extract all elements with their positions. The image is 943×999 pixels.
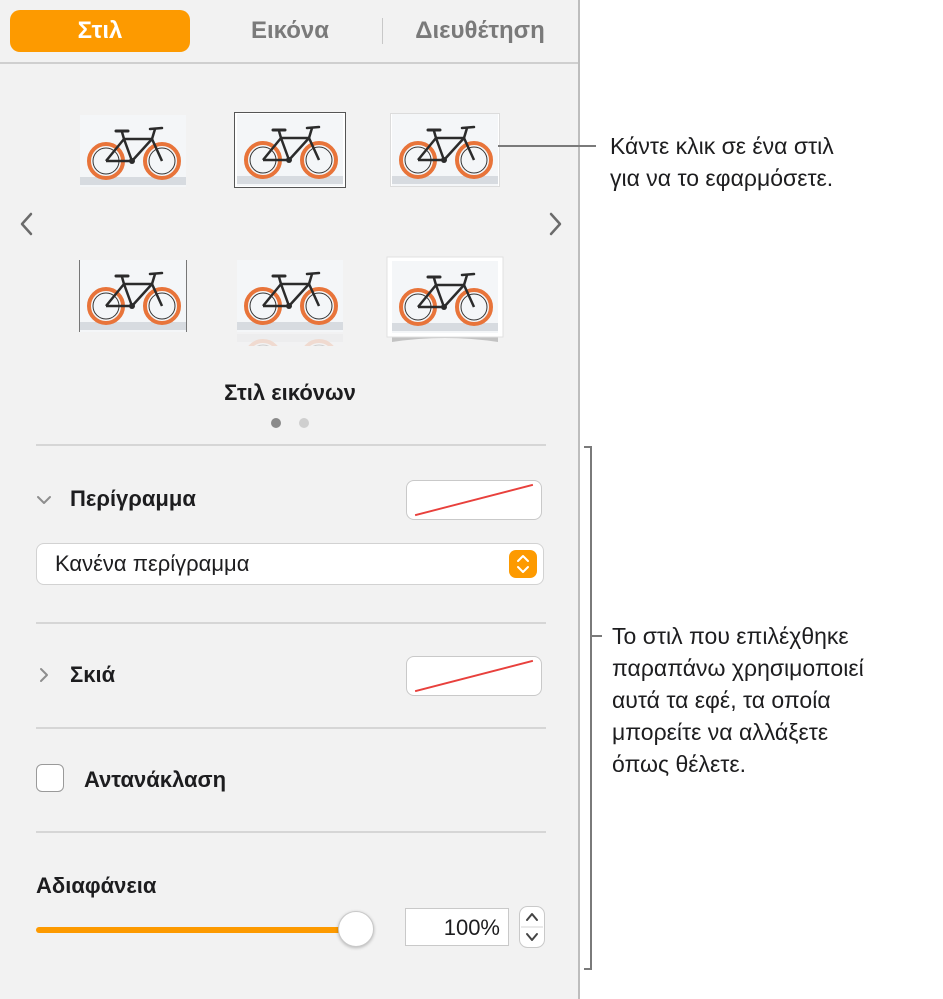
callout-top-line: Κάντε κλικ σε ένα στιλ (610, 133, 834, 159)
tab-image[interactable]: Εικόνα (210, 10, 370, 52)
section-divider (36, 831, 546, 833)
border-color-well[interactable] (406, 480, 542, 520)
image-style-thumbnail-6[interactable] (386, 256, 504, 346)
callout-top: Κάντε κλικ σε ένα στιλ για να το εφαρμόσ… (610, 130, 834, 194)
callout-bottom-line: αυτά τα εφέ, τα οποία (612, 687, 831, 713)
shadow-section-title[interactable]: Σκιά (70, 662, 115, 688)
image-style-thumbnail-4[interactable] (79, 260, 187, 332)
tab-divider (0, 62, 578, 64)
tab-arrange[interactable]: Διευθέτηση (392, 10, 568, 52)
chevron-down-icon[interactable] (36, 492, 52, 508)
callout-top-line: για να το εφαρμόσετε. (610, 165, 834, 191)
callout-bracket-bottom (584, 968, 592, 970)
border-section-title[interactable]: Περίγραμμα (70, 486, 196, 512)
callout-bracket (590, 446, 592, 970)
tab-style[interactable]: Στιλ (10, 10, 190, 52)
previous-styles-arrow-icon[interactable] (16, 208, 38, 240)
callout-bottom: Το στιλ που επιλέχθηκε παραπάνω χρησιμοπ… (612, 620, 864, 780)
reflection-checkbox[interactable] (36, 764, 64, 792)
callout-bracket-tick (592, 635, 602, 637)
callout-bracket-top (584, 446, 592, 448)
page-indicator-dot[interactable] (299, 418, 309, 428)
opacity-slider-knob[interactable] (338, 911, 374, 947)
section-divider (36, 444, 546, 446)
next-styles-arrow-icon[interactable] (544, 208, 566, 240)
section-divider (36, 622, 546, 624)
chevron-right-icon[interactable] (36, 667, 52, 683)
image-style-thumbnail-5[interactable] (237, 260, 343, 346)
image-style-thumbnail-1[interactable] (80, 115, 186, 187)
image-styles-label: Στιλ εικόνων (224, 380, 356, 405)
opacity-stepper[interactable] (519, 906, 545, 948)
callout-bottom-line: όπως θέλετε. (612, 751, 746, 777)
opacity-slider-track[interactable] (36, 927, 356, 933)
callout-leader-line (498, 145, 596, 147)
image-style-thumbnail-3[interactable] (390, 113, 500, 187)
image-style-thumbnail-2[interactable] (234, 112, 346, 188)
opacity-title: Αδιαφάνεια (36, 873, 157, 898)
callout-bottom-line: παραπάνω χρησιμοποιεί (612, 655, 864, 681)
section-divider (36, 727, 546, 729)
tab-separator (382, 18, 383, 44)
select-updown-icon[interactable] (509, 550, 537, 578)
border-style-select[interactable]: Κανένα περίγραμμα (36, 543, 544, 585)
reflection-label[interactable]: Αντανάκλαση (84, 767, 226, 793)
shadow-color-well[interactable] (406, 656, 542, 696)
format-inspector-panel: Στιλ Εικόνα Διευθέτηση Στιλ εικόνων Περί… (0, 0, 580, 999)
opacity-value-field[interactable]: 100% (405, 908, 509, 946)
callout-bottom-line: Το στιλ που επιλέχθηκε (612, 623, 849, 649)
callout-bottom-line: μπορείτε να αλλάξετε (612, 719, 829, 745)
border-style-value: Κανένα περίγραμμα (55, 551, 250, 576)
page-indicator-dot-active[interactable] (271, 418, 281, 428)
